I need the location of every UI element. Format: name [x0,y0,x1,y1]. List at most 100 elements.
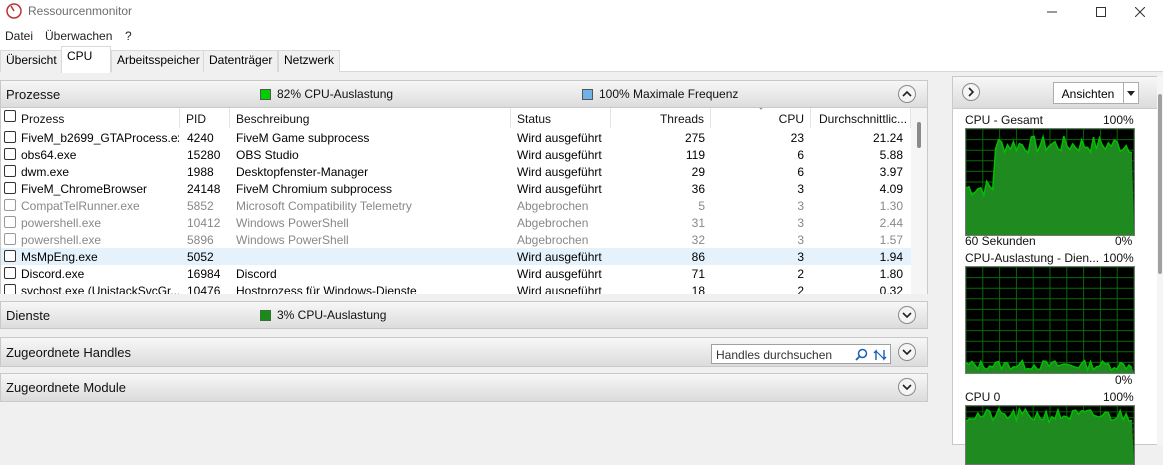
expand-services-button[interactable] [898,306,916,324]
row-checkbox[interactable] [4,284,16,294]
tab-arbeitsspeicher[interactable]: Arbeitsspeicher [111,50,206,72]
menu-help[interactable]: ? [125,29,132,43]
table-cell: Wird ausgeführt [517,182,602,196]
table-cell: Abgebrochen [517,199,589,213]
table-row[interactable]: powershell.exe 10412 Windows PowerShell Abg… [1,214,911,231]
table-cell: obs64.exe [21,148,77,162]
column-cpu[interactable]: CPU [711,108,811,128]
row-checkbox[interactable] [4,148,16,160]
table-cell: svchost.exe (UnistackSvcGr... [21,284,179,294]
menu-datei[interactable]: Datei [5,29,33,43]
table-cell: Discord [236,267,277,281]
row-checkbox[interactable] [4,216,16,228]
table-cell: 31 [691,216,705,230]
table-cell: 4.09 [879,182,903,196]
table-row[interactable]: MsMpEng.exe 5052 Wird ausgeführt 86 3 1.94 [1,248,911,265]
column-durchschnitt[interactable]: Durchschnittlic... [811,108,911,128]
table-row[interactable]: FiveM_ChromeBrowser 24148 FiveM Chromium s… [1,180,911,197]
tab-datentraeger[interactable]: Datenträger [203,50,279,72]
column-status[interactable]: Status [511,108,611,128]
graphs-scroll-thumb[interactable] [1158,94,1162,274]
column-beschreibung[interactable]: Beschreibung [230,108,511,128]
table-row[interactable]: dwm.exe 1988 Desktopfenster-Manager Wird au… [1,163,911,180]
processes-header[interactable]: Prozesse 82% CPU-Auslastung 100% Maximal… [0,80,928,108]
select-all-checkbox[interactable] [4,110,16,122]
table-cell: 3 [797,233,804,247]
table-cell: FiveM Game subprocess [236,131,370,145]
row-checkbox[interactable] [4,165,16,177]
table-cell: MsMpEng.exe [21,250,98,264]
graph-services [965,266,1135,374]
services-header[interactable]: Dienste 3% CPU-Auslastung [0,301,928,329]
table-cell: 16984 [187,267,221,281]
table-cell: 1.94 [879,250,903,264]
row-checkbox[interactable] [4,131,16,143]
table-cell: 86 [691,250,705,264]
table-row[interactable]: FiveM_b2699_GTAProcess.exe 4240 FiveM Game… [1,129,911,146]
column-label: Beschreibung [236,112,310,126]
row-checkbox[interactable] [4,233,16,245]
table-cell: CompatTelRunner.exe [21,199,140,213]
minimize-button[interactable] [1029,0,1075,24]
table-cell: 5052 [187,250,214,264]
table-cell: 15280 [187,148,221,162]
modules-title: Zugeordnete Module [6,380,126,395]
table-cell: 3.97 [879,165,903,179]
table-row[interactable]: powershell.exe 5896 Windows PowerShell Abge… [1,231,911,248]
chevron-right-icon [968,87,975,97]
collapse-graphs-button[interactable] [962,83,980,101]
pane-splitter[interactable] [930,72,952,445]
table-row[interactable]: CompatTelRunner.exe 5852 Microsoft Compati… [1,197,911,214]
title-bar: Ressourcenmonitor [0,0,1163,24]
column-threads[interactable]: Threads [611,108,711,128]
cpu-legend-swatch [260,89,271,100]
row-checkbox[interactable] [4,182,16,194]
expand-modules-button[interactable] [898,378,916,396]
views-dropdown-button[interactable] [1123,82,1139,104]
tab-cpu[interactable]: CPU [61,46,111,73]
column-pid[interactable]: PID [180,108,230,128]
tab-netzwerk[interactable]: Netzwerk [278,50,341,72]
menu-ueberwachen[interactable]: Überwachen [45,29,112,43]
processes-scrollbar[interactable] [911,108,927,294]
column-label: Threads [659,112,704,126]
table-cell: Wird ausgeführt [517,131,602,145]
tab-uebersicht[interactable]: Übersicht [0,50,63,72]
table-row[interactable]: obs64.exe 15280 OBS Studio Wird ausgeführt 1… [1,146,911,163]
graph-cpu0 [965,405,1135,465]
scroll-thumb[interactable] [917,122,921,148]
handles-header[interactable]: Zugeordnete Handles Handles durchsuchen [0,337,928,367]
row-checkbox[interactable] [4,199,16,211]
graph-services-max: 100% [1103,251,1134,265]
table-row[interactable]: svchost.exe (UnistackSvcGr... 10476 Hostpr… [1,282,911,294]
graph-services-label: CPU-Auslastung - Dien... [965,251,1100,265]
table-cell: 10412 [187,216,221,230]
expand-handles-button[interactable] [898,343,916,361]
search-placeholder: Handles durchsuchen [716,348,833,362]
table-cell: FiveM Chromium subprocess [236,182,393,196]
collapse-processes-button[interactable] [898,85,916,103]
row-checkbox[interactable] [4,250,16,262]
graph-cpu0-max: 100% [1103,390,1134,404]
column-prozess[interactable]: Prozess [1,108,180,128]
row-checkbox[interactable] [4,267,16,279]
tab-bar: Übersicht CPU Arbeitsspeicher Datenträge… [0,46,1163,73]
handles-title: Zugeordnete Handles [6,345,132,360]
close-button[interactable] [1117,0,1163,24]
refresh-icon[interactable] [873,348,888,362]
column-label: PID [186,112,207,126]
modules-header[interactable]: Zugeordnete Module [0,373,928,402]
table-cell: 32 [691,233,705,247]
graphs-scrollbar[interactable] [1157,76,1163,445]
cpu-area [966,136,1134,235]
search-icon[interactable] [855,348,868,361]
table-row[interactable]: Discord.exe 16984 Discord Wird ausgeführt 71… [1,265,911,282]
graph-services-min: 0% [1115,373,1133,387]
table-cell: 119 [685,148,705,162]
graph-cpu-total-max: 100% [1103,113,1134,127]
graph-cpu-total-label: CPU - Gesamt [965,113,1044,127]
dropdown-arrow-icon [1127,90,1135,96]
handles-search-input[interactable]: Handles durchsuchen [711,344,891,364]
table-cell: 10476 [187,284,221,294]
resource-monitor-icon [6,3,22,19]
